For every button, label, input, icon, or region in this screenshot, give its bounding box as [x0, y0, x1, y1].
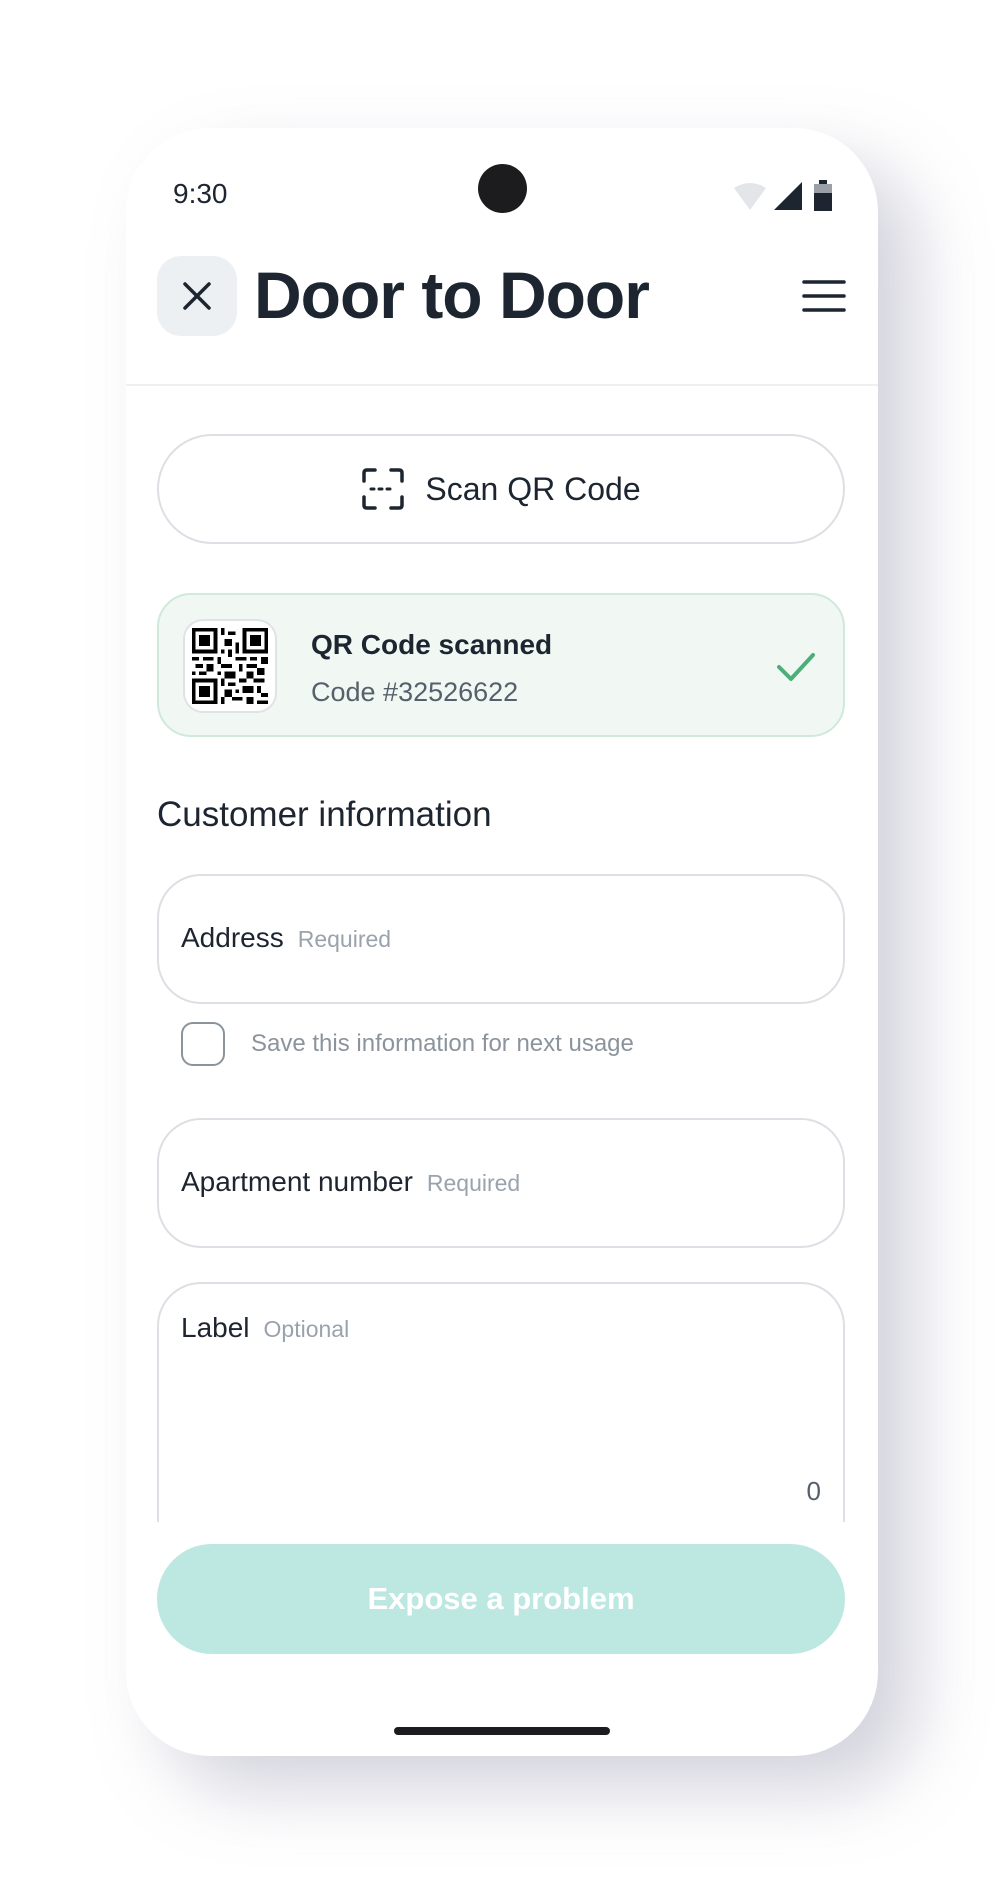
label-textarea[interactable]: Label Optional 0: [157, 1282, 845, 1522]
label-label: Label: [181, 1312, 250, 1343]
status-icons: [732, 180, 840, 212]
qr-scan-icon: [362, 468, 405, 510]
save-info-row: Save this information for next usage: [181, 1022, 634, 1066]
save-info-label: Save this information for next usage: [251, 1030, 634, 1057]
apartment-label: Apartment number: [181, 1166, 413, 1197]
customer-information-heading: Customer information: [157, 795, 492, 834]
menu-button[interactable]: [800, 276, 848, 316]
close-icon: [183, 282, 211, 310]
wifi-icon: [734, 183, 766, 210]
character-counter: 0: [806, 1476, 821, 1506]
qr-code-thumbnail: [183, 619, 277, 713]
address-field[interactable]: Address Required: [157, 874, 845, 1004]
qr-code-number: Code #32526622: [311, 677, 519, 707]
label-optional-hint: Optional: [263, 1316, 350, 1342]
page-title: Door to Door: [254, 258, 650, 332]
expose-problem-label: Expose a problem: [367, 1581, 635, 1616]
apartment-label-wrap: Apartment number Required: [181, 1166, 520, 1198]
apartment-required-hint: Required: [426, 1170, 521, 1196]
qr-scanned-title: QR Code scanned: [311, 629, 553, 660]
qr-scanned-card: QR Code scanned Code #32526622: [157, 593, 845, 737]
front-camera: [478, 164, 527, 213]
qr-code-icon: [192, 628, 268, 704]
address-label-wrap: Address Required: [181, 922, 391, 954]
check-icon: [777, 653, 815, 681]
apartment-number-field[interactable]: Apartment number Required: [157, 1118, 845, 1248]
status-time: 9:30: [173, 178, 228, 209]
menu-icon: [802, 280, 846, 312]
address-required-hint: Required: [297, 926, 392, 952]
close-button[interactable]: [157, 256, 237, 336]
signal-icon: [774, 182, 802, 210]
save-info-checkbox[interactable]: [181, 1022, 225, 1066]
scan-qr-button[interactable]: Scan QR Code: [157, 434, 845, 544]
label-label-wrap: Label Optional: [181, 1312, 349, 1344]
phone-frame: 9:30 Door to Door Scan QR Code QR Code s…: [126, 128, 878, 1756]
scan-qr-label: Scan QR Code: [425, 470, 641, 507]
expose-problem-button[interactable]: Expose a problem: [157, 1544, 845, 1654]
address-label: Address: [181, 922, 284, 953]
home-indicator: [394, 1727, 610, 1735]
battery-icon: [814, 180, 832, 211]
